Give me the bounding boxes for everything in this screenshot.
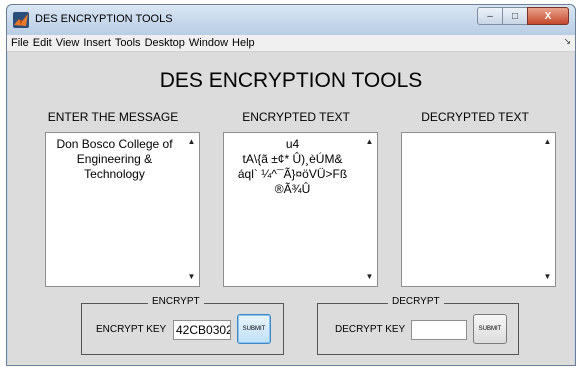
- encrypted-label: ENCRYPTED TEXT: [242, 110, 350, 124]
- decrypt-panel: DECRYPT DECRYPT KEY SUBMIT: [317, 296, 519, 355]
- menu-edit[interactable]: Edit: [29, 37, 52, 49]
- encrypt-key-input[interactable]: 42CB03021: [173, 320, 231, 340]
- menu-bar: File Edit View Insert Tools Desktop Wind…: [7, 35, 575, 52]
- menu-view[interactable]: View: [52, 37, 80, 49]
- menu-window[interactable]: Window: [185, 37, 228, 49]
- decrypted-scrollbar[interactable]: ▲ ▼: [540, 133, 555, 286]
- decrypted-label: DECRYPTED TEXT: [421, 110, 529, 124]
- menu-help[interactable]: Help: [228, 37, 255, 49]
- menu-desktop[interactable]: Desktop: [141, 37, 185, 49]
- encrypt-submit-button[interactable]: SUBMIT: [237, 314, 271, 344]
- message-scrollbar[interactable]: ▲ ▼: [184, 133, 199, 286]
- encrypted-scrollbar[interactable]: ▲ ▼: [362, 133, 377, 286]
- scroll-down-icon[interactable]: ▼: [540, 270, 555, 284]
- menu-file[interactable]: File: [7, 37, 29, 49]
- minimize-button[interactable]: –: [477, 7, 503, 25]
- scroll-up-icon[interactable]: ▲: [362, 135, 377, 149]
- decrypt-key-input[interactable]: [411, 320, 467, 340]
- maximize-button[interactable]: □: [502, 7, 528, 25]
- encrypted-output[interactable]: u4 tA\{ã ±¢* Û)¸èÚM& áql` ¼^¯Ã}¤öVÜ>Fß ®…: [223, 132, 378, 287]
- figure-area: DES ENCRYPTION TOOLS ENTER THE MESSAGE E…: [8, 52, 574, 365]
- decrypt-key-label: DECRYPT KEY: [335, 324, 406, 335]
- message-label: ENTER THE MESSAGE: [47, 110, 179, 124]
- encrypted-text: u4 tA\{ã ±¢* Û)¸èÚM& áql` ¼^¯Ã}¤öVÜ>Fß ®…: [237, 137, 348, 196]
- scroll-down-icon[interactable]: ▼: [362, 270, 377, 284]
- page-title: DES ENCRYPTION TOOLS: [159, 69, 423, 92]
- scroll-down-icon[interactable]: ▼: [184, 270, 199, 284]
- matlab-icon: [13, 12, 29, 28]
- menu-insert[interactable]: Insert: [79, 37, 111, 49]
- toolbar-overflow-icon[interactable]: ↘: [563, 36, 571, 47]
- caption-buttons: – □ X: [477, 7, 569, 27]
- scroll-up-icon[interactable]: ▲: [184, 135, 199, 149]
- decrypt-panel-title: DECRYPT: [388, 296, 444, 307]
- decrypted-output[interactable]: ▲ ▼: [401, 132, 556, 287]
- title-bar[interactable]: DES ENCRYPTION TOOLS – □ X: [7, 5, 575, 35]
- message-input[interactable]: Don Bosco College of Engineering & Techn…: [45, 132, 200, 287]
- menu-tools[interactable]: Tools: [111, 37, 141, 49]
- scroll-up-icon[interactable]: ▲: [540, 135, 555, 149]
- decrypt-submit-button[interactable]: SUBMIT: [473, 314, 507, 344]
- encrypt-key-label: ENCRYPT KEY: [96, 324, 167, 335]
- encrypt-panel-title: ENCRYPT: [148, 296, 204, 307]
- encrypt-panel: ENCRYPT ENCRYPT KEY 42CB03021 SUBMIT: [81, 296, 284, 355]
- app-window: DES ENCRYPTION TOOLS – □ X File Edit Vie…: [6, 4, 576, 366]
- message-text: Don Bosco College of Engineering & Techn…: [56, 137, 173, 181]
- window-title: DES ENCRYPTION TOOLS: [35, 13, 173, 25]
- close-button[interactable]: X: [527, 7, 569, 25]
